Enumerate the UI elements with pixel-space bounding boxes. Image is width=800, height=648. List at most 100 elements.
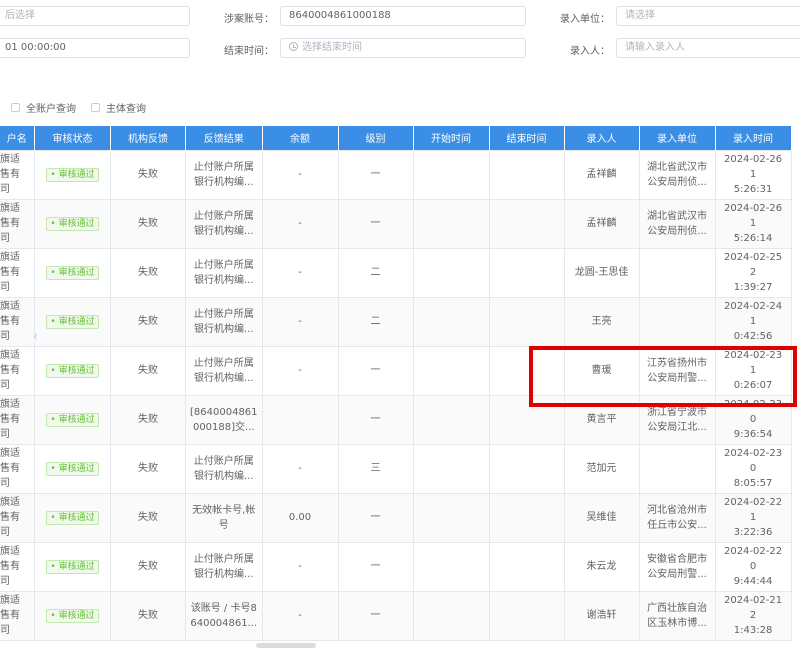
- header-cell[interactable]: 录入时间: [715, 126, 792, 150]
- header-cell[interactable]: 结束时间: [489, 126, 565, 150]
- entrant-label: 录入人：: [570, 46, 610, 57]
- table-row[interactable]: 节旗适 销售有 公司 • 审核通过 失败 止付账户所属 银行机构编... - 三 范加元 20…: [0, 443, 792, 494]
- cell-status: • 审核通过: [34, 492, 111, 543]
- cell-balance-text: -: [298, 169, 302, 180]
- all-accounts-label: 全账户查询: [26, 104, 76, 115]
- cell-result-text: 无效帐卡号,帐 号: [192, 504, 256, 531]
- cell-feedback: 失败: [110, 198, 186, 249]
- cell-entry-time-text: 2024-02-22 0 9:44:44: [723, 546, 783, 587]
- entrant-input[interactable]: 请输入录入人: [616, 38, 800, 58]
- cell-entrant: 孟祥麟: [563, 198, 640, 249]
- chevron-left-icon[interactable]: ‹: [33, 329, 38, 343]
- cell-start-time: [412, 492, 490, 543]
- cell-account-name: 节旗适 销售有 公司: [0, 443, 35, 494]
- cell-balance-text: -: [298, 218, 302, 229]
- cell-result: 止付账户所属 银行机构编...: [185, 149, 263, 200]
- cell-entry-time: 2024-02-26 1 5:26:14: [714, 198, 792, 249]
- all-accounts-option[interactable]: 全账户查询: [11, 100, 76, 115]
- header-cell[interactable]: 审核状态: [34, 126, 111, 150]
- end-time-label: 结束时间：: [224, 46, 274, 57]
- cell-end-time: [488, 345, 565, 396]
- cell-entrant-text: 孟祥麟: [586, 218, 617, 229]
- cell-level-text: 一: [370, 561, 381, 572]
- table-row[interactable]: 节旗适 销售有 公司 • 审核通过 失败 无效帐卡号,帐 号 0.00 一 吴维佳 河北省沧州…: [0, 492, 792, 543]
- cell-unit-text: 安徽省合肥市 公安局刑警...: [647, 553, 708, 580]
- cell-feedback-text: 失败: [138, 463, 158, 474]
- header-cell[interactable]: 机构反馈: [110, 126, 186, 150]
- table-row[interactable]: 节旗适 销售有 公司 • 审核通过 失败 止付账户所属 银行机构编... - 一 孟祥麟 湖北…: [0, 149, 792, 200]
- table-body: 节旗适 销售有 公司• 审核通过失败止付账户所属 银行机构编...-一孟祥麟湖北…: [0, 149, 792, 641]
- cell-balance: -: [261, 443, 339, 494]
- status-badge: • 审核通过: [46, 462, 99, 476]
- cell-unit: 湖北省武汉市 公安局刑侦...: [638, 149, 716, 200]
- table-row[interactable]: 节旗适 销售有 公司 • 审核通过 失败 [8640004861 000188]交..…: [0, 394, 792, 445]
- cell-start-time: [412, 345, 490, 396]
- account-name-text: 节旗适 销售有 公司: [0, 497, 21, 538]
- cell-unit: 浙江省宁波市 公安局江北...: [638, 394, 716, 445]
- header-cell[interactable]: 户名: [0, 126, 35, 150]
- table-row[interactable]: 节旗适 销售有 公司 • 审核通过 失败 止付账户所属 银行机构编... - 二 龙圆-王思…: [0, 247, 792, 298]
- header-cell[interactable]: 反馈结果: [185, 126, 263, 150]
- cell-feedback-text: 失败: [138, 561, 158, 572]
- cell-entrant: 孟祥麟: [563, 149, 640, 200]
- cell-balance: [261, 394, 339, 445]
- cell-result-text: 该账号 / 卡号8 640004861...: [190, 602, 258, 629]
- cell-level: 一: [337, 345, 414, 396]
- cell-result-text: 止付账户所属 银行机构编...: [193, 161, 254, 188]
- cell-unit-text: 湖北省武汉市 公安局刑侦...: [647, 161, 708, 188]
- cell-level: 二: [337, 247, 414, 298]
- header-cell[interactable]: 开始时间: [413, 126, 490, 150]
- cell-entry-time-text: 2024-02-23 0 9:36:54: [723, 399, 783, 440]
- cell-status: • 审核通过: [34, 345, 111, 396]
- cell-balance-text: -: [298, 610, 302, 621]
- account-name-text: 节旗适 销售有 公司: [0, 595, 21, 636]
- table-row[interactable]: 节旗适 销售有 公司 • 审核通过 失败 止付账户所属 银行机构编... - 一 孟祥麟 湖北…: [0, 198, 792, 249]
- clock-icon: [289, 42, 298, 51]
- cell-entry-time: 2024-02-21 2 1:43:28: [714, 590, 792, 641]
- subject-query-checkbox[interactable]: [91, 103, 100, 112]
- header-cell[interactable]: 录入单位: [639, 126, 716, 150]
- cell-balance: -: [261, 247, 339, 298]
- subject-query-option[interactable]: 主体查询: [91, 100, 146, 115]
- header-cell[interactable]: 级别: [338, 126, 414, 150]
- unit-select[interactable]: 请选择: [616, 6, 800, 26]
- cell-entry-time: 2024-02-23 0 9:36:54: [714, 394, 792, 445]
- end-time-input[interactable]: 选择结束时间: [280, 38, 526, 58]
- table-row[interactable]: 节旗适 销售有 公司 • 审核通过 失败 止付账户所属 银行机构编... - 二 王亮 202…: [0, 296, 792, 347]
- cell-entry-time: 2024-02-22 0 9:44:44: [714, 541, 792, 592]
- account-name-text: 节旗适 销售有 公司: [0, 399, 21, 440]
- cell-level: 二: [337, 296, 414, 347]
- account-input[interactable]: 8640004861000188: [280, 6, 526, 26]
- all-accounts-checkbox[interactable]: [11, 103, 20, 112]
- cell-result: [8640004861 000188]交...: [185, 394, 263, 445]
- filter-row1-left-input[interactable]: 后选择: [0, 6, 190, 26]
- cell-entrant-text: 谢浩轩: [586, 610, 617, 621]
- cell-feedback-text: 失败: [138, 218, 158, 229]
- header-cell[interactable]: 录入人: [564, 126, 640, 150]
- status-badge: • 审核通过: [46, 560, 99, 574]
- cell-unit: [638, 247, 716, 298]
- status-badge: • 审核通过: [46, 168, 99, 182]
- cell-level: 三: [337, 443, 414, 494]
- entrant-placeholder: 请输入录入人: [625, 42, 685, 53]
- cell-unit-text: 河北省沧州市 任丘市公安...: [647, 504, 708, 531]
- cell-end-time: [488, 394, 565, 445]
- cell-level: 一: [337, 590, 414, 641]
- cell-feedback: 失败: [110, 541, 186, 592]
- cell-feedback-text: 失败: [138, 610, 158, 621]
- cell-unit-text: 江苏省扬州市 公安局刑警...: [647, 357, 708, 384]
- cell-feedback: 失败: [110, 247, 186, 298]
- table-row[interactable]: 节旗适 销售有 公司 • 审核通过 失败 止付账户所属 银行机构编... - 一 曹瑗 江苏省…: [0, 345, 792, 396]
- cell-entrant-text: 孟祥麟: [586, 169, 617, 180]
- cell-feedback: 失败: [110, 149, 186, 200]
- table-row[interactable]: 节旗适 销售有 公司 • 审核通过 失败 该账号 / 卡号8 640004861...…: [0, 590, 792, 641]
- table-row[interactable]: 节旗适 销售有 公司 • 审核通过 失败 止付账户所属 银行机构编... - 一 朱云龙 安徽…: [0, 541, 792, 592]
- start-time-input[interactable]: 01 00:00:00: [0, 38, 190, 58]
- cell-entrant-text: 吴维佳: [586, 512, 617, 523]
- header-cell[interactable]: 余额: [262, 126, 339, 150]
- cell-feedback-text: 失败: [138, 316, 158, 327]
- cell-unit: [638, 443, 716, 494]
- account-label: 涉案账号：: [224, 14, 274, 25]
- status-badge: • 审核通过: [46, 217, 99, 231]
- horizontal-scrollbar[interactable]: [256, 643, 316, 648]
